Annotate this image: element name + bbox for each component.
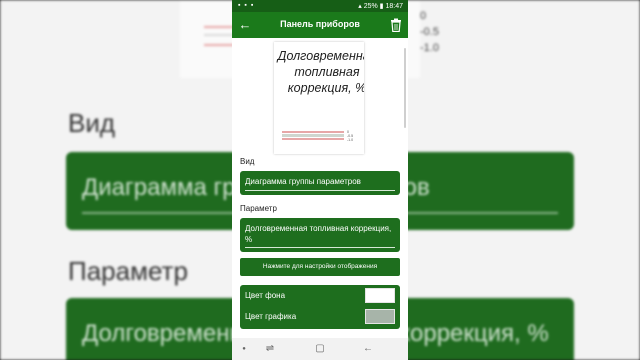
display-settings-button[interactable]: Нажмите для настройки отображения	[240, 258, 400, 276]
preview-band	[282, 134, 344, 137]
settings-content[interactable]: Долговременная топливная коррекция, % 0 …	[232, 38, 408, 338]
field-underline	[245, 247, 395, 248]
background-tick: 0	[420, 10, 427, 22]
bg-color-label: Цвет фона	[245, 291, 286, 300]
graph-color-swatch[interactable]	[365, 309, 395, 324]
back-nav-icon[interactable]: ←	[360, 342, 376, 356]
gauge-preview: Долговременная топливная коррекция, % 0 …	[274, 42, 364, 154]
preview-tick: -1.0	[347, 138, 353, 142]
graph-color-row[interactable]: Цвет графика	[245, 309, 395, 325]
preview-band	[282, 138, 344, 140]
clock: 18:47	[385, 3, 403, 10]
color-settings-panel: Цвет фона Цвет графика	[240, 285, 400, 329]
notification-icons: ▪ ▪ ▪	[238, 2, 255, 9]
view-select[interactable]: Диаграмма группы параметров	[240, 171, 400, 195]
background-tick-labels: 0 -0.5 -1.0	[420, 8, 439, 56]
background-view-label: Вид	[68, 108, 116, 138]
page-title: Панель приборов	[280, 19, 360, 29]
trash-icon[interactable]	[390, 18, 402, 32]
parameter-label: Параметр	[240, 204, 277, 213]
battery-percent: 25%	[363, 3, 378, 10]
preview-title: Долговременная топливная коррекция, %	[277, 49, 364, 95]
bg-color-swatch[interactable]	[365, 288, 395, 303]
app-bar: ← Панель приборов	[232, 12, 408, 38]
background-parameter-label: Параметр	[68, 256, 188, 286]
dot-icon[interactable]: ●	[236, 342, 252, 356]
system-nav-bar: ● ⇌ ▢ ←	[232, 338, 408, 360]
signal-icon: ▴	[358, 3, 362, 10]
view-label: Вид	[240, 157, 255, 166]
bg-color-row[interactable]: Цвет фона	[245, 288, 395, 304]
preview-band	[282, 131, 344, 133]
phone-frame: ▪ ▪ ▪ ▴ 25% ▮ 18:47 ← Панель приборов До…	[232, 0, 408, 360]
battery-icon: ▮	[379, 3, 384, 10]
view-value: Диаграмма группы параметров	[245, 177, 361, 186]
status-right: ▴ 25% ▮ 18:47	[358, 2, 403, 10]
recents-icon[interactable]: ⇌	[262, 342, 278, 356]
status-bar: ▪ ▪ ▪ ▴ 25% ▮ 18:47	[232, 0, 408, 12]
home-icon[interactable]: ▢	[312, 342, 328, 356]
parameter-select[interactable]: Долговременная топливная коррекция, %	[240, 218, 400, 252]
background-tick: -1.0	[420, 42, 439, 54]
phone-screen: ▪ ▪ ▪ ▴ 25% ▮ 18:47 ← Панель приборов До…	[232, 0, 408, 360]
parameter-value: Долговременная топливная коррекция, %	[245, 224, 392, 244]
scrollbar[interactable]	[404, 48, 406, 128]
background-tick: -0.5	[420, 26, 439, 38]
preview-mini-chart: 0 -0.5 -1.0	[282, 130, 353, 142]
graph-color-label: Цвет графика	[245, 312, 297, 321]
field-underline	[245, 190, 395, 191]
